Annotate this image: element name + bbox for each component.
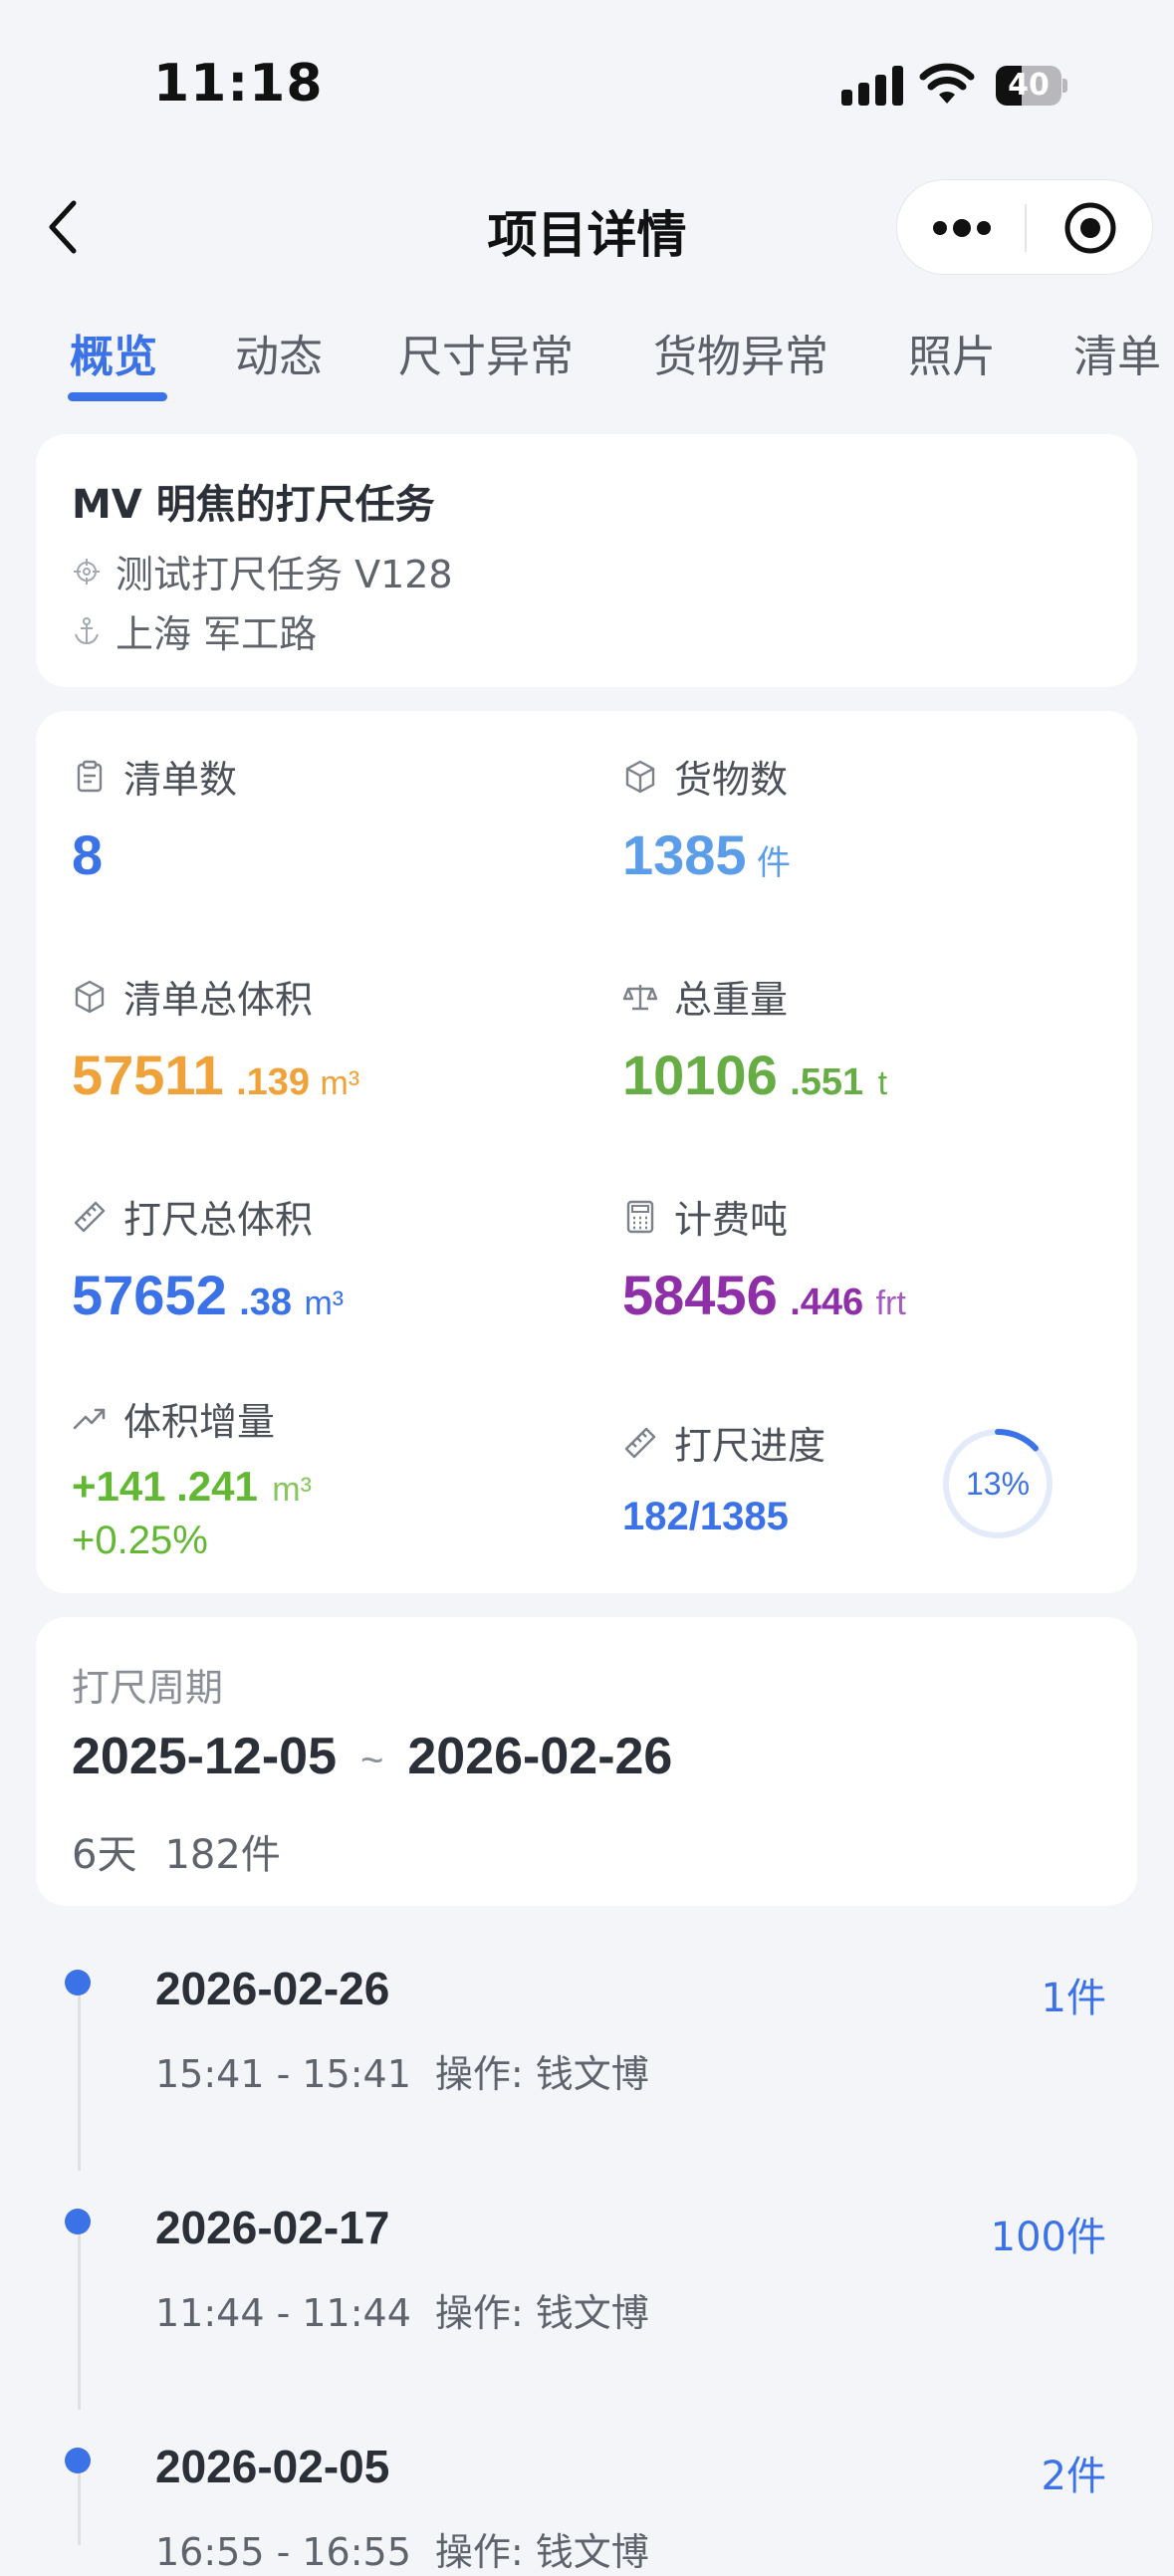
timeline-count: 1件 [1041, 1976, 1106, 2021]
anchor-icon [75, 616, 99, 644]
tab-cargo-anomaly[interactable]: 货物异常 [653, 321, 828, 384]
task-title: MV 明焦的打尺任务 [72, 482, 435, 528]
timeline-operator: 操作: 钱文博 [434, 2291, 649, 2335]
ruler-icon [624, 1427, 656, 1458]
timeline-time: 16:55 - 16:55 [155, 2530, 411, 2574]
period-end: 2026-02-26 [407, 1728, 673, 1785]
timeline-connector [78, 2221, 81, 2410]
tab-indicator [68, 392, 167, 401]
stat-unit: m³ [304, 1285, 345, 1322]
timeline-operator: 操作: 钱文博 [434, 2052, 649, 2096]
scale-icon [622, 984, 658, 1010]
period-days: 6天 [72, 1832, 137, 1878]
timeline-meta: 16:55 - 16:55 操作: 钱文博 [155, 2521, 649, 2576]
calculator-icon [626, 1200, 654, 1233]
timeline-time: 11:44 - 11:44 [155, 2291, 411, 2335]
timeline-count: 2件 [1041, 2454, 1106, 2499]
clipboard-icon [77, 760, 103, 792]
stat-unit: m³ [320, 1064, 360, 1102]
stat-label: 清单总体积 [123, 978, 314, 1022]
timeline-date: 2026-02-26 [155, 1963, 390, 2014]
stat-list-count: 清单数 8 [36, 711, 585, 929]
stat-percent: +0.25% [72, 1519, 208, 1562]
timeline-date: 2026-02-17 [155, 2202, 390, 2253]
timeline-dot [65, 1970, 91, 1995]
more-icon[interactable] [931, 214, 993, 242]
task-subtitle-row: 测试打尺任务 V128 [72, 544, 453, 598]
task-location-row: 上海 军工路 [72, 603, 317, 658]
stat-value-dec: .446 [790, 1282, 864, 1323]
timeline-dot [65, 2448, 91, 2473]
stat-value-int: 57652 [72, 1264, 227, 1326]
stat-value-int: +141 [72, 1463, 166, 1510]
period-tilde: ~ [360, 1739, 384, 1782]
stat-volume-increase: 体积增量 +141 .241 m³ +0.25% [36, 1371, 585, 1593]
stat-total-weight: 总重量 10106 .551 t [587, 931, 1137, 1149]
stat-value-dec: .241 [176, 1463, 258, 1510]
wifi-icon [919, 63, 975, 104]
stat-label: 货物数 [674, 758, 789, 802]
stat-label: 体积增量 [123, 1400, 276, 1444]
stat-value: 1385 [622, 823, 747, 886]
period-dates: 2025-12-05 ~2026-02-26 [72, 1727, 672, 1786]
timeline-count: 100件 [990, 2215, 1106, 2260]
stat-progress: 打尺进度 182/1385 13% [587, 1371, 1137, 1593]
task-subtitle: 测试打尺任务 V128 [116, 553, 453, 596]
stat-unit: frt [875, 1285, 906, 1322]
timeline-time: 15:41 - 15:41 [155, 2052, 411, 2096]
tab-activity[interactable]: 动态 [235, 321, 323, 384]
stat-billing-ton: 计费吨 58456 .446 frt [587, 1151, 1137, 1369]
stat-value-dec: .139 [236, 1061, 311, 1103]
timeline-meta: 11:44 - 11:44 操作: 钱文博 [155, 2282, 649, 2337]
capsule-divider [1025, 204, 1027, 252]
tab-photos[interactable]: 照片 [908, 321, 996, 384]
tab-overview[interactable]: 概览 [70, 321, 157, 384]
stat-value-int: 10106 [622, 1044, 778, 1106]
timeline-dot [65, 2209, 91, 2234]
mini-program-capsule [896, 179, 1153, 275]
stat-unit: t [877, 1064, 888, 1102]
stat-value-int: 58456 [622, 1264, 778, 1326]
progress-percent: 13% [965, 1466, 1031, 1502]
stat-value-int: 57511 [72, 1044, 224, 1106]
battery-icon: 40 [996, 66, 1067, 106]
period-summary: 6天 182件 [72, 1822, 281, 1880]
stat-value: 182/1385 [622, 1495, 789, 1538]
stat-measured-volume: 打尺总体积 57652 .38 m³ [36, 1151, 585, 1369]
cube-icon [75, 980, 105, 1013]
stat-value-dec: .38 [239, 1282, 293, 1323]
timeline-connector [78, 1982, 81, 2171]
period-start: 2025-12-05 [72, 1728, 337, 1785]
ruler-icon [74, 1201, 106, 1232]
stat-value: 8 [72, 823, 104, 886]
trend-up-icon [73, 1408, 106, 1429]
period-count: 182件 [164, 1832, 281, 1878]
stat-label: 计费吨 [674, 1198, 789, 1242]
package-icon [625, 760, 655, 793]
stat-value-dec: .551 [790, 1061, 864, 1103]
timeline-operator: 操作: 钱文博 [434, 2530, 649, 2574]
battery-level: 40 [1008, 68, 1050, 103]
stat-label: 打尺进度 [674, 1424, 826, 1468]
stats-grid: 清单数 8 货物数 1385 件 清单总体积 57511 .139 m³ 总重量… [36, 711, 1137, 1593]
timeline-date: 2026-02-05 [155, 2441, 390, 2492]
stat-unit: 件 [757, 844, 792, 882]
stat-cargo-count: 货物数 1385 件 [587, 711, 1137, 929]
stat-unit: m³ [272, 1471, 312, 1509]
timeline-meta: 15:41 - 15:41 操作: 钱文博 [155, 2043, 649, 2098]
period-label: 打尺周期 [72, 1666, 224, 1710]
close-target-icon[interactable] [1062, 200, 1118, 256]
stat-label: 总重量 [674, 978, 789, 1022]
tab-list[interactable]: 清单 [1073, 321, 1161, 384]
task-location: 上海 军工路 [116, 612, 318, 656]
status-time: 11:18 [153, 54, 324, 114]
cellular-signal-icon [841, 66, 903, 106]
progress-ring: 13% [939, 1425, 1057, 1542]
stat-label: 清单数 [123, 758, 238, 802]
tab-size-anomaly[interactable]: 尺寸异常 [398, 321, 574, 384]
stat-label: 打尺总体积 [123, 1198, 314, 1242]
stat-list-volume: 清单总体积 57511 .139 m³ [36, 931, 585, 1149]
ship-wheel-icon [74, 558, 100, 585]
